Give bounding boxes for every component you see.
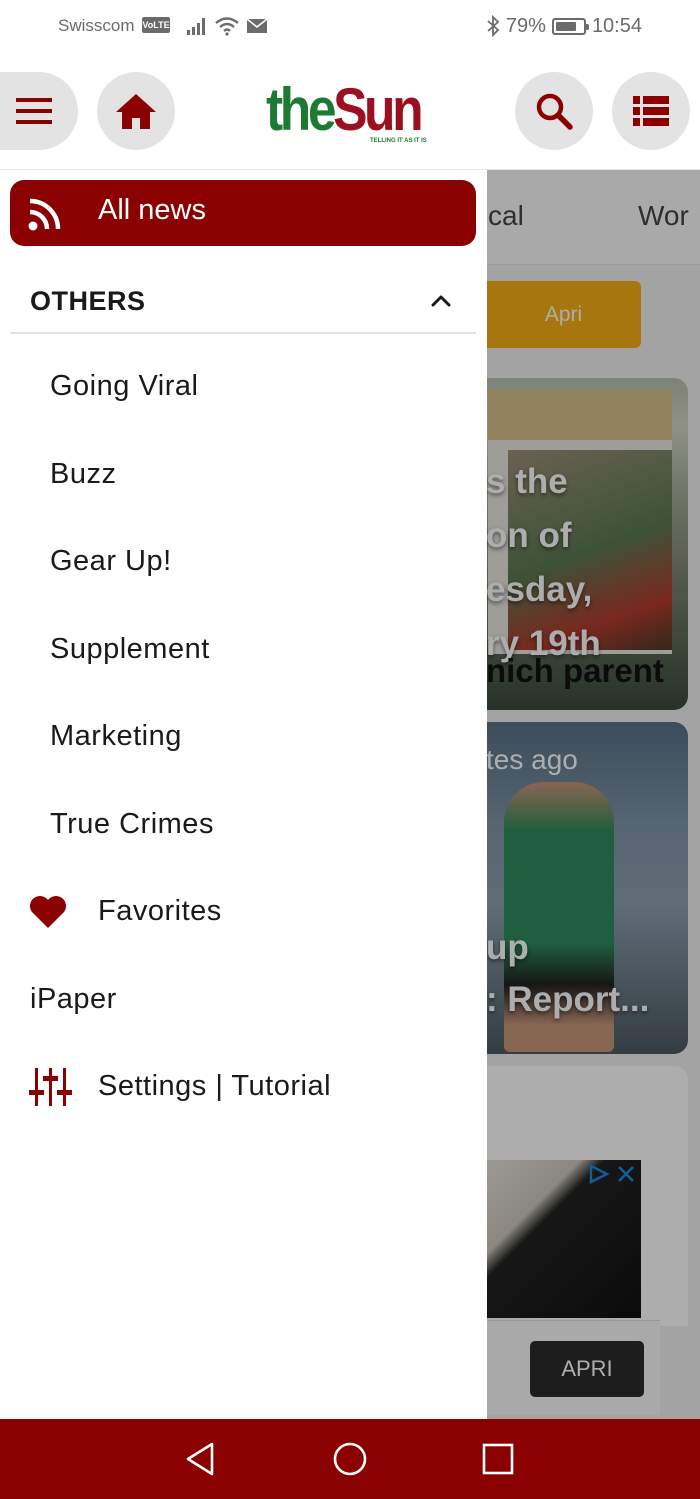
bluetooth-icon	[487, 15, 500, 37]
volte-badge: VoLTE	[142, 17, 170, 33]
list-button[interactable]	[612, 72, 690, 150]
mail-icon	[246, 18, 268, 33]
menu-item-supplement[interactable]: Supplement	[50, 633, 210, 666]
home-button[interactable]	[97, 72, 175, 150]
thesun-logo: theSun TELLING IT AS IT IS	[266, 80, 427, 150]
chevron-up-icon	[431, 295, 451, 307]
clock: 10:54	[591, 14, 642, 37]
search-button[interactable]	[515, 72, 593, 150]
home-circle-icon[interactable]	[330, 1439, 370, 1479]
all-news-label: All news	[98, 194, 206, 226]
menu-item-true-crimes[interactable]: True Crimes	[50, 808, 214, 841]
all-news-button[interactable]: All news	[10, 180, 476, 246]
background-content: cal Wor Apri s the on of esday, ry 19th …	[486, 170, 700, 1420]
logo-the: the	[266, 76, 337, 143]
others-section-header[interactable]: OTHERS	[10, 270, 476, 334]
home-icon	[116, 94, 156, 129]
status-bar: Swisscom VoLTE 79% 10:54	[0, 0, 700, 54]
menu-item-buzz[interactable]: Buzz	[50, 458, 116, 491]
menu-item-gear-up[interactable]: Gear Up!	[50, 545, 172, 578]
battery-level	[555, 21, 576, 31]
app-header: theSun TELLING IT AS IT IS	[0, 54, 700, 170]
favorites-label: Favorites	[98, 895, 222, 927]
battery-percent: 79%	[505, 14, 546, 37]
menu-item-ipaper[interactable]: iPaper	[30, 983, 117, 1016]
menu-item-marketing[interactable]: Marketing	[50, 720, 182, 753]
navigation-drawer: All news OTHERS Going Viral Buzz Gear Up…	[0, 170, 487, 1420]
battery-icon	[551, 17, 589, 35]
carrier-label: Swisscom	[58, 16, 135, 35]
settings-label: Settings | Tutorial	[98, 1070, 332, 1102]
logo-tagline: TELLING IT AS IT IS	[370, 138, 427, 144]
status-right: 79% 10:54	[486, 14, 642, 38]
drawer-scrim[interactable]	[486, 170, 700, 1420]
menu-item-going-viral[interactable]: Going Viral	[50, 370, 198, 403]
recents-icon[interactable]	[478, 1439, 518, 1479]
heart-icon	[30, 896, 66, 928]
search-icon	[536, 93, 573, 130]
list-icon	[633, 96, 669, 126]
menu-icon	[16, 98, 52, 124]
menu-button[interactable]	[0, 72, 78, 150]
logo-wordmark: theSun	[266, 80, 424, 140]
signal-icon	[187, 18, 205, 35]
logo-sun: Sun	[333, 76, 424, 143]
status-icons	[186, 14, 268, 38]
wifi-icon	[215, 17, 239, 36]
section-label: OTHERS	[30, 286, 146, 316]
sliders-icon	[29, 1068, 72, 1106]
system-nav-bar	[0, 1419, 700, 1499]
rss-icon	[28, 198, 61, 231]
back-icon[interactable]	[182, 1439, 222, 1479]
